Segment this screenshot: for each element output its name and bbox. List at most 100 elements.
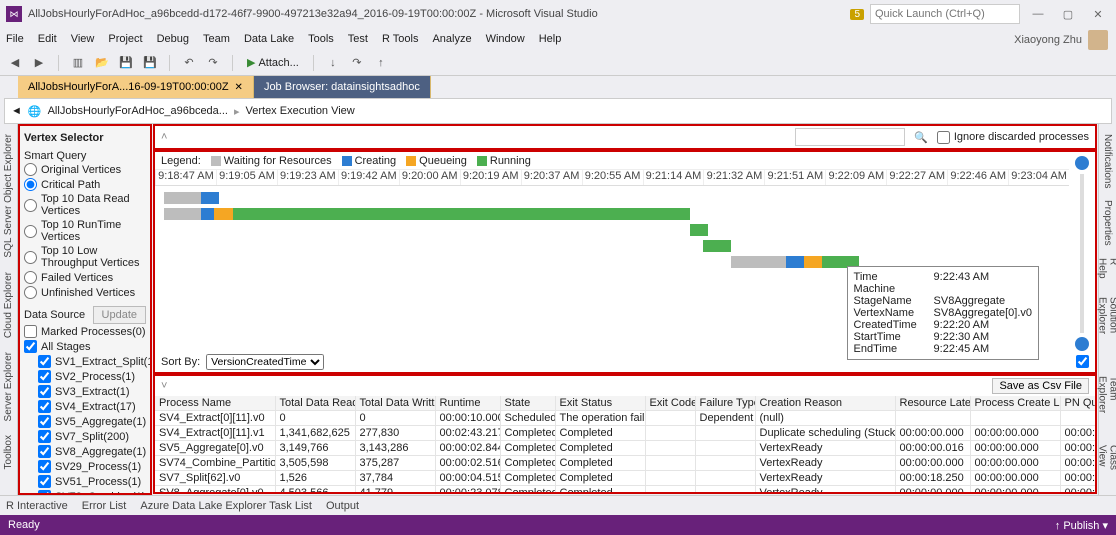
breadcrumb-back-icon[interactable]: ◄ (11, 105, 22, 117)
publish-button[interactable]: ↑ Publish ▾ (1055, 519, 1108, 532)
side-tab-team-explorer[interactable]: Team Explorer (1095, 370, 1116, 439)
stage-checkbox[interactable] (38, 475, 51, 488)
smart-query-radio[interactable] (24, 271, 37, 284)
stage-checkbox[interactable] (38, 460, 51, 473)
column-header[interactable]: Exit Code (645, 396, 695, 411)
save-csv-button[interactable]: Save as Csv File (992, 378, 1089, 394)
ignore-discarded-checkbox[interactable] (937, 131, 950, 144)
step-over-icon[interactable]: ↷ (348, 54, 366, 72)
smart-query-radio[interactable] (24, 225, 37, 238)
undo-icon[interactable]: ↶ (180, 54, 198, 72)
stage-checkbox[interactable] (38, 385, 51, 398)
side-tab-toolbox[interactable]: Toolbox (1, 429, 16, 475)
gantt-chart[interactable]: Time9:22:43 AM Machine StageNameSV8Aggre… (155, 186, 1069, 372)
open-icon[interactable]: 📂 (93, 54, 111, 72)
menu-tools[interactable]: Tools (308, 33, 334, 45)
side-tab-r-help[interactable]: R Help (1095, 252, 1116, 291)
quick-launch-input[interactable] (870, 4, 1020, 24)
nav-fwd-icon[interactable]: ▶ (30, 54, 48, 72)
stage-checkbox[interactable] (38, 400, 51, 413)
tab-close-icon[interactable]: ✕ (235, 82, 243, 93)
table-row[interactable]: SV5_Aggregate[0].v03,149,7663,143,28600:… (155, 441, 1095, 456)
smart-query-radio[interactable] (24, 286, 37, 299)
menu-window[interactable]: Window (486, 33, 525, 45)
nav-back-icon[interactable]: ◀ (6, 54, 24, 72)
column-header[interactable]: Failure Type (695, 396, 755, 411)
panel-tab-output[interactable]: Output (326, 500, 359, 512)
column-header[interactable]: PN Queue Latency (1060, 396, 1095, 411)
menu-data-lake[interactable]: Data Lake (244, 33, 294, 45)
side-tab-server-explorer[interactable]: Server Explorer (1, 346, 16, 427)
stage-checkbox[interactable] (38, 445, 51, 458)
column-header[interactable]: Resource Latency (895, 396, 970, 411)
smart-query-radio[interactable] (24, 199, 37, 212)
side-tab-sql-server-object-explorer[interactable]: SQL Server Object Explorer (1, 128, 16, 264)
table-row[interactable]: SV4_Extract[0][11].v11,341,682,625277,83… (155, 426, 1095, 441)
user-name[interactable]: Xiaoyong Zhu (1014, 34, 1082, 46)
close-icon[interactable]: ✕ (1086, 8, 1110, 21)
doc-tab[interactable]: AllJobsHourlyForA...16-09-19T00:00:00Z✕ (18, 76, 254, 98)
side-tab-solution-explorer[interactable]: Solution Explorer (1095, 291, 1116, 370)
menu-help[interactable]: Help (539, 33, 562, 45)
menu-view[interactable]: View (71, 33, 95, 45)
side-tab-cloud-explorer[interactable]: Cloud Explorer (1, 266, 16, 344)
menu-test[interactable]: Test (348, 33, 368, 45)
menu-project[interactable]: Project (108, 33, 142, 45)
step-into-icon[interactable]: ↓ (324, 54, 342, 72)
stage-checkbox[interactable] (38, 355, 51, 368)
marked-processes-checkbox[interactable] (24, 325, 37, 338)
menu-file[interactable]: File (6, 33, 24, 45)
menu-team[interactable]: Team (203, 33, 230, 45)
breadcrumb-item[interactable]: Vertex Execution View (246, 105, 355, 117)
column-header[interactable]: Runtime (435, 396, 500, 411)
all-stages-checkbox[interactable] (24, 340, 37, 353)
menu-r-tools[interactable]: R Tools (382, 33, 418, 45)
column-header[interactable]: Process Create Latency (970, 396, 1060, 411)
process-table[interactable]: Process NameTotal Data Read(bytes)Total … (155, 396, 1095, 492)
restore-icon[interactable]: ▢ (1056, 8, 1080, 21)
redo-icon[interactable]: ↷ (204, 54, 222, 72)
timeline-zoom-bottom-icon[interactable] (1075, 337, 1089, 351)
timeline-toggle-checkbox[interactable] (1076, 355, 1089, 368)
table-row[interactable]: SV74_Combine_Partition[0].v03,505,598375… (155, 456, 1095, 471)
timeline-zoom-top-icon[interactable] (1075, 156, 1089, 170)
side-tab-notifications[interactable]: Notifications (1100, 128, 1115, 194)
menu-debug[interactable]: Debug (157, 33, 189, 45)
step-out-icon[interactable]: ↑ (372, 54, 390, 72)
column-header[interactable]: Total Data Read(bytes) (275, 396, 355, 411)
side-tab-properties[interactable]: Properties (1100, 194, 1115, 252)
stage-checkbox[interactable] (38, 490, 51, 495)
panel-tab-error-list[interactable]: Error List (82, 500, 127, 512)
attach-button[interactable]: ▶Attach... (243, 56, 303, 69)
table-row[interactable]: SV8_Aggregate[0].v04,503,56641,77900:00:… (155, 486, 1095, 493)
doc-tab[interactable]: Job Browser: datainsightsadhoc (254, 76, 431, 98)
panel-tab-azure-data-lake-explorer-task-list[interactable]: Azure Data Lake Explorer Task List (140, 500, 312, 512)
menu-edit[interactable]: Edit (38, 33, 57, 45)
update-button[interactable]: Update (93, 306, 146, 324)
panel-tab-r-interactive[interactable]: R Interactive (6, 500, 68, 512)
column-header[interactable]: State (500, 396, 555, 411)
column-header[interactable]: Creation Reason (755, 396, 895, 411)
smart-query-radio[interactable] (24, 251, 37, 264)
grid-expand-icon[interactable]: ˅ (161, 380, 167, 392)
side-tab-class-view[interactable]: Class View (1095, 439, 1116, 495)
table-row[interactable]: SV7_Split[62].v01,52637,78400:00:04.515C… (155, 471, 1095, 486)
stage-checkbox[interactable] (38, 370, 51, 383)
stage-checkbox[interactable] (38, 430, 51, 443)
smart-query-radio[interactable] (24, 163, 37, 176)
new-project-icon[interactable]: ▥ (69, 54, 87, 72)
column-header[interactable]: Total Data Written(bytes) (355, 396, 435, 411)
save-all-icon[interactable]: 💾 (141, 54, 159, 72)
avatar[interactable] (1088, 30, 1108, 50)
save-icon[interactable]: 💾 (117, 54, 135, 72)
smart-query-radio[interactable] (24, 178, 37, 191)
menu-analyze[interactable]: Analyze (432, 33, 471, 45)
search-input[interactable] (795, 128, 905, 146)
column-header[interactable]: Process Name (155, 396, 275, 411)
table-row[interactable]: SV4_Extract[0][11].v00000:00:10.000Sched… (155, 411, 1095, 426)
search-icon[interactable]: 🔍 (913, 131, 929, 144)
column-header[interactable]: Exit Status (555, 396, 645, 411)
sort-by-select[interactable]: VersionCreatedTime (206, 354, 324, 370)
breadcrumb-item[interactable]: AllJobsHourlyForAdHoc_a96bceda... (48, 105, 228, 117)
expand-icon[interactable]: ˄ (161, 131, 167, 143)
